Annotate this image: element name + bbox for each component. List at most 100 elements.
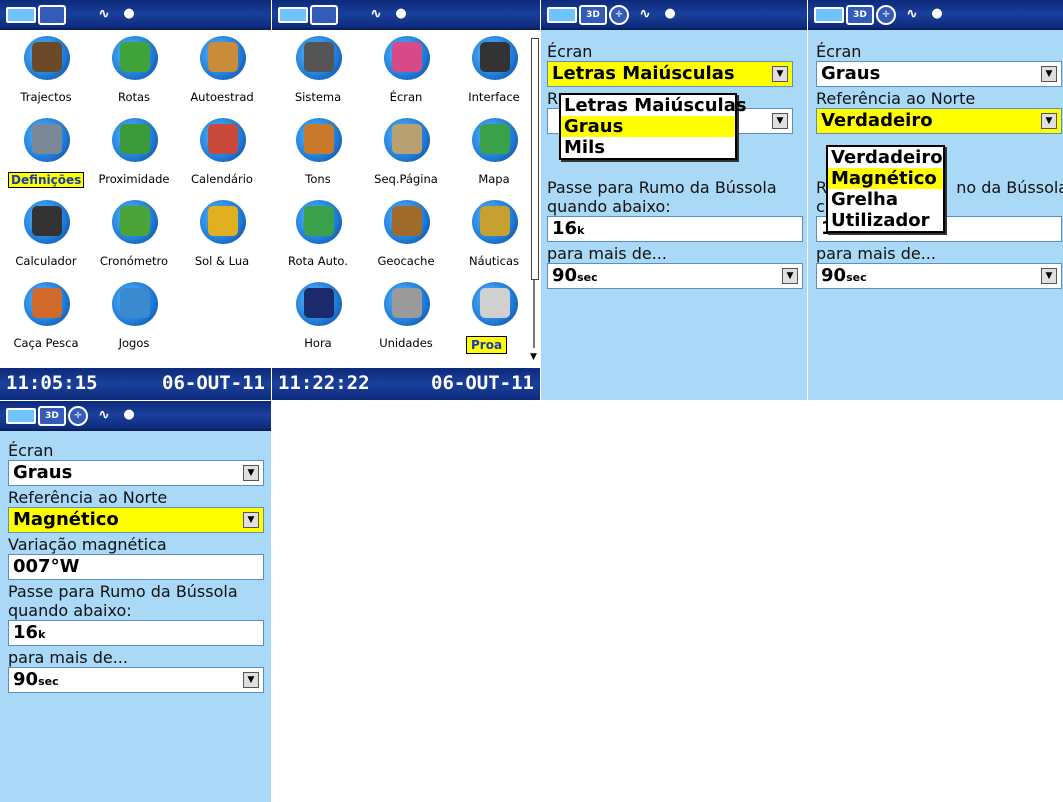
- menu-item[interactable]: Sol & Lua: [178, 194, 266, 279]
- duration-value: 90: [552, 265, 578, 286]
- north-options-popup: Verdadeiro Magnético Grelha Utilizador: [826, 145, 945, 233]
- menu-item[interactable]: Calendário: [178, 112, 266, 197]
- menu-label: Rotas: [117, 90, 151, 104]
- menu-label: Trajectos: [20, 90, 72, 104]
- dropdown-arrow-icon[interactable]: ▼: [243, 672, 259, 688]
- settings-item[interactable]: Proa: [450, 276, 538, 361]
- duration-select[interactable]: 90sec ▼: [8, 667, 264, 693]
- battery-icon: [278, 7, 308, 23]
- menu-item[interactable]: Calculador: [2, 194, 90, 279]
- settings-item[interactable]: Rota Auto.: [274, 194, 362, 279]
- settings-item[interactable]: Seq.Página: [362, 112, 450, 197]
- scrollbar-thumb[interactable]: [531, 38, 539, 280]
- settings-item[interactable]: Geocache: [362, 194, 450, 279]
- menu-item[interactable]: Jogos: [90, 276, 178, 361]
- settings-item[interactable]: Unidades: [362, 276, 450, 361]
- dropdown-arrow-icon[interactable]: ▼: [1041, 268, 1057, 284]
- settings-label: Écran: [389, 90, 423, 104]
- nauticas-icon: [472, 200, 518, 244]
- rota-auto-glyph: [304, 206, 334, 236]
- tons-icon: [296, 118, 342, 162]
- dropdown-option[interactable]: Mils: [561, 137, 735, 158]
- dropdown-arrow-icon[interactable]: ▼: [1041, 113, 1057, 129]
- battery-icon: [547, 7, 577, 23]
- scroll-down-arrow-icon[interactable]: ▼: [530, 352, 537, 362]
- switch-label: Passe para Rumo da Bússola: [547, 178, 777, 197]
- menu-item[interactable]: Autoestrad: [178, 30, 266, 115]
- dropdown-option[interactable]: Magnético: [828, 168, 943, 189]
- display-value: Graus: [821, 63, 881, 84]
- nauticas-glyph: [480, 206, 510, 236]
- autoestrada-icon: [200, 36, 246, 80]
- menu-label: Jogos: [118, 336, 150, 350]
- duration-unit: sec: [577, 271, 598, 284]
- jogos-icon: [112, 282, 158, 326]
- dropdown-option[interactable]: Grelha: [828, 189, 943, 210]
- settings-item[interactable]: Náuticas: [450, 194, 538, 279]
- heading-form: Écran Graus ▼ Referência ao Norte Magnét…: [8, 441, 271, 695]
- heading-screen-display-open: 3D ✛ ∿ ● Écran Letras Maiúsculas ▼ R ▼ P…: [541, 0, 807, 400]
- gps-3d-icon: 3D: [38, 406, 66, 426]
- settings-item[interactable]: Interface: [450, 30, 538, 115]
- dropdown-option[interactable]: Utilizador: [828, 210, 943, 231]
- settings-item[interactable]: Tons: [274, 112, 362, 197]
- wave-icon: ∿: [906, 5, 918, 22]
- trajectos-glyph: [32, 42, 62, 72]
- north-select[interactable]: Verdadeiro ▼: [816, 108, 1062, 134]
- calendario-icon: [200, 118, 246, 162]
- dropdown-arrow-icon[interactable]: ▼: [772, 113, 788, 129]
- dropdown-arrow-icon[interactable]: ▼: [772, 66, 788, 82]
- duration-select[interactable]: 90sec ▼: [547, 263, 803, 289]
- dropdown-arrow-icon[interactable]: ▼: [243, 512, 259, 528]
- dropdown-arrow-icon[interactable]: ▼: [243, 465, 259, 481]
- dropdown-arrow-icon[interactable]: ▼: [782, 268, 798, 284]
- north-select[interactable]: Magnético ▼: [8, 507, 264, 533]
- sistema-icon: [296, 36, 342, 80]
- compass-icon: ✛: [876, 5, 896, 25]
- display-select[interactable]: Letras Maiúsculas ▼: [547, 61, 793, 87]
- dropdown-option[interactable]: Verdadeiro: [828, 147, 943, 168]
- settings-item[interactable]: Hora: [274, 276, 362, 361]
- settings-item[interactable]: Sistema: [274, 30, 362, 115]
- dropdown-option[interactable]: Graus: [561, 116, 735, 137]
- settings-label: Seq.Página: [374, 172, 438, 186]
- settings-label: Unidades: [379, 336, 433, 350]
- display-select[interactable]: Graus ▼: [8, 460, 264, 486]
- speed-unit: k: [577, 224, 585, 237]
- dropdown-arrow-icon[interactable]: ▼: [1041, 66, 1057, 82]
- seq-pagina-glyph: [392, 124, 422, 154]
- unidades-glyph: [392, 288, 422, 318]
- duration-label: para mais de...: [547, 244, 667, 263]
- menu-item[interactable]: Caça Pesca: [2, 276, 90, 361]
- ecran-icon: [384, 36, 430, 80]
- dropdown-option[interactable]: Letras Maiúsculas: [561, 95, 747, 116]
- battery-icon: [6, 7, 36, 23]
- display-label: Écran: [547, 42, 593, 61]
- menu-item[interactable]: Proximidade: [90, 112, 178, 197]
- interface-icon: [472, 36, 518, 80]
- menu-item[interactable]: Definições: [2, 112, 90, 197]
- seq-pagina-icon: [384, 118, 430, 162]
- menu-item[interactable]: Cronómetro: [90, 194, 178, 279]
- duration-select[interactable]: 90sec ▼: [816, 263, 1062, 289]
- duration-value: 90: [13, 669, 39, 690]
- settings-item[interactable]: Écran: [362, 30, 450, 115]
- menu-item[interactable]: Rotas: [90, 30, 178, 115]
- menu-label: Cronómetro: [99, 254, 169, 268]
- calculador-icon: [24, 200, 70, 244]
- duration-label: para mais de...: [8, 648, 128, 667]
- display-select[interactable]: Graus ▼: [816, 61, 1062, 87]
- clock-bar: 11:05:15 06-OUT-11: [0, 368, 271, 400]
- menu-item[interactable]: Trajectos: [2, 30, 90, 115]
- scrollbar[interactable]: ▼: [530, 32, 539, 362]
- variation-input[interactable]: 007°W: [8, 554, 264, 580]
- proximidade-glyph: [120, 124, 150, 154]
- bulb-icon: ●: [123, 6, 135, 21]
- speed-input[interactable]: 16k: [8, 620, 264, 646]
- settings-item[interactable]: Mapa: [450, 112, 538, 197]
- speed-input[interactable]: 16k: [547, 216, 803, 242]
- unidades-icon: [384, 282, 430, 326]
- hora-icon: [296, 282, 342, 326]
- proa-glyph: [480, 288, 510, 318]
- duration-unit: sec: [38, 675, 59, 688]
